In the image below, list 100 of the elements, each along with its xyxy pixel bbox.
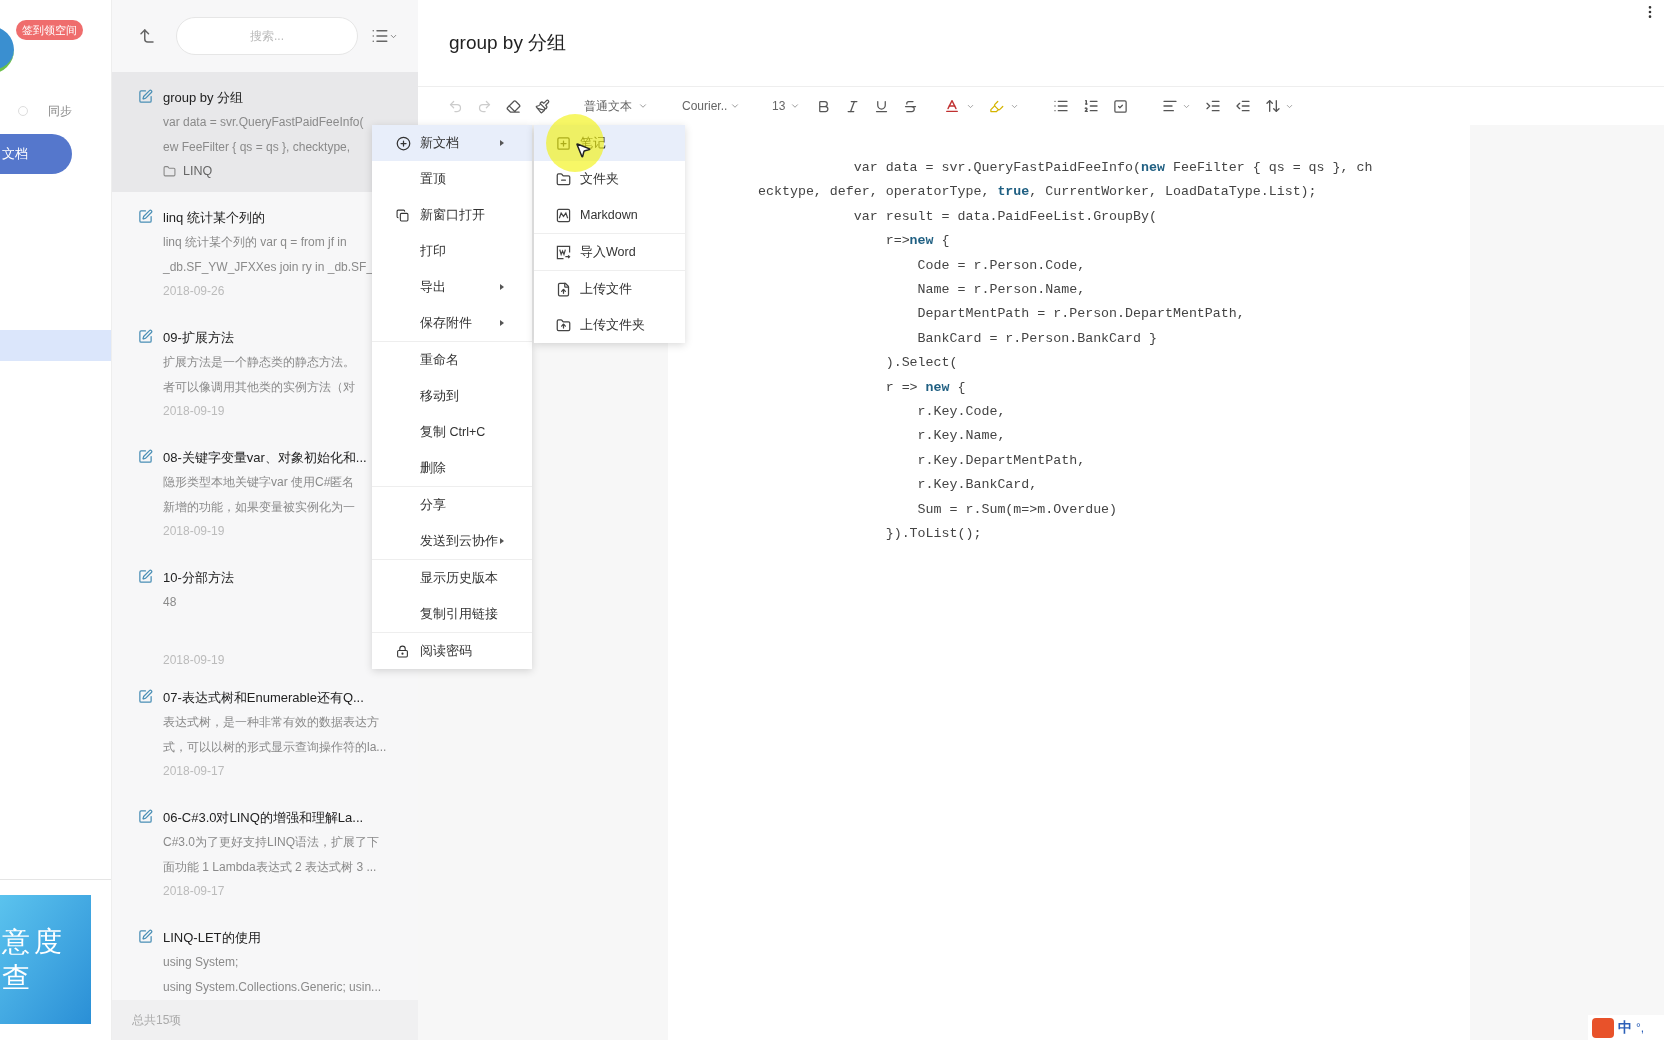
italic-icon[interactable] [845,98,860,114]
docs-button[interactable]: 文档 [0,134,72,174]
menu-label: 导出 [420,278,446,296]
note-date: 2018-09-19 [163,652,226,669]
ad-text: 查 [2,960,35,995]
menu-item[interactable]: 删除 [372,450,532,486]
note-icon [138,809,153,824]
note-preview: 式，可以以树的形式显示查询操作符的la... [163,738,387,756]
ime-mode: 中 [1618,1018,1632,1037]
up-arrow-icon[interactable] [138,27,156,45]
menu-label: 分享 [420,496,446,514]
menu-label: 保存附件 [420,314,472,332]
code-line: r => new { [884,378,966,397]
menu-item[interactable]: 导入Word [534,234,685,270]
submenu-arrow-icon [500,284,504,290]
code-line: var result = data.PaidFeeList.GroupBy( [852,207,1157,226]
numbered-list-icon[interactable] [1083,98,1099,114]
note-icon [138,449,153,464]
menu-item[interactable]: 打印 [372,233,532,269]
sync-label[interactable]: 同步 [48,102,72,120]
note-preview: var data = svr.QueryFastPaidFeeInfo( [163,114,364,131]
code-line: r.Key.BankCard, [916,476,1038,495]
note-icon [138,569,153,584]
underline-icon[interactable] [874,98,889,114]
menu-label: 置顶 [420,170,446,188]
font-size-dropdown[interactable]: 13 [772,97,802,115]
font-dropdown[interactable]: Courier.. [682,97,744,115]
note-preview: using System.Collections.Generic; usin... [163,978,382,996]
note-title: 07-表达式树和Enumerable还有Q... [163,689,365,707]
note-preview: _db.SF_YW_JFXXes join ry in _db.SF_ [163,258,374,276]
code-line: r.Key.DepartMentPath, [916,451,1086,470]
menu-label: 复制 Ctrl+C [420,423,486,441]
strikethrough-icon[interactable] [903,98,918,114]
format-painter-icon[interactable] [535,98,550,114]
menu-label: 打印 [420,242,446,260]
file-upload-icon [556,281,571,297]
code-line: Name = r.Person.Name, [916,281,1086,300]
note-preview: 表达式树，是一种非常有效的数据表达方 [163,714,379,731]
menu-label: 阅读密码 [420,642,472,660]
line-spacing-icon[interactable] [1265,98,1294,114]
menu-item[interactable]: 显示历史版本 [372,560,532,596]
menu-item[interactable]: 新文档 [372,125,532,161]
note-title: LINQ-LET的使用 [163,929,262,947]
menu-label: 移动到 [420,387,459,405]
copy-icon [396,208,409,222]
menu-item[interactable]: 阅读密码 [372,633,532,669]
bullet-list-icon[interactable] [1053,98,1069,114]
note-item[interactable]: group by 分组 var data = svr.QueryFastPaidFeeInfo( ew FeeFilter { qs = qs }, checktype, LINQ [112,72,418,192]
menu-item[interactable]: 置顶 [372,161,532,197]
menu-item[interactable]: 发送到云协作 [372,523,532,559]
menu-item[interactable]: 上传文件夹 [534,307,685,343]
paragraph-style-dropdown[interactable]: 普通文本 [584,97,654,115]
menu-item[interactable]: 保存附件 [372,305,532,341]
document-title: group by 分组 [449,30,567,55]
menu-item[interactable]: 移动到 [372,378,532,414]
menu-item[interactable]: 复制 Ctrl+C [372,414,532,450]
note-title: 08-关键字变量var、对象初始化和... [163,449,367,467]
align-icon[interactable] [1162,98,1191,114]
menu-item[interactable]: 新窗口打开 [372,197,532,233]
note-preview: ew FeeFilter { qs = qs }, checktype, [163,138,351,156]
menu-item[interactable]: 分享 [372,487,532,523]
note-date: 2018-09-19 [163,523,226,540]
bold-icon[interactable] [816,98,831,114]
note-preview: 新增的功能，如果变量被实例化为一 [163,498,355,516]
indent-icon[interactable] [1205,98,1221,114]
note-icon [138,689,153,704]
menu-item[interactable]: 重命名 [372,342,532,378]
menu-item[interactable]: Markdown [534,197,685,233]
code-line: r=>new { [884,232,950,251]
s-logo-icon [1592,1017,1614,1038]
code-line: Code = r.Person.Code, [916,256,1086,275]
menu-item[interactable]: 上传文件 [534,271,685,307]
search-field[interactable]: 搜索... [176,17,358,55]
lock-icon [396,644,409,658]
submenu-arrow-icon [500,140,504,146]
font-color-icon[interactable] [944,98,975,114]
menu-label: 显示历史版本 [420,569,498,587]
list-view-icon[interactable] [371,27,398,45]
checkbox-icon[interactable] [1113,98,1128,114]
cursor-highlight [546,114,604,172]
note-date: 2018-09-26 [163,283,226,300]
note-preview: 面功能 1 Lambda表达式 2 表达式树 3 ... [163,858,377,876]
code-line: var data = svr.QueryFastPaidFeeInfo(new FeeFilter { qs = qs }, ch [852,159,1373,177]
image-wave-icon [556,207,571,223]
menu-label: 重命名 [420,351,459,369]
eraser-icon[interactable] [506,98,521,114]
note-preview: 扩展方法是一个静态类的静态方法。 [163,354,355,371]
menu-label: 发送到云协作 [420,532,498,550]
menu-label: 文件夹 [580,170,619,188]
note-title: 06-C#3.0对LINQ的增强和理解La... [163,809,365,827]
menu-item[interactable]: 导出 [372,269,532,305]
submenu-arrow-icon [500,320,504,326]
caret-icon [730,101,741,111]
note-date: 2018-09-17 [163,763,226,780]
caret-icon [638,101,648,111]
menu-item[interactable]: 复制引用链接 [372,596,532,632]
menu-item[interactable]: 文件夹 [534,161,685,197]
menu-label: 导入Word [580,243,636,261]
menu-label: 删除 [420,459,446,477]
outdent-icon[interactable] [1235,98,1251,114]
